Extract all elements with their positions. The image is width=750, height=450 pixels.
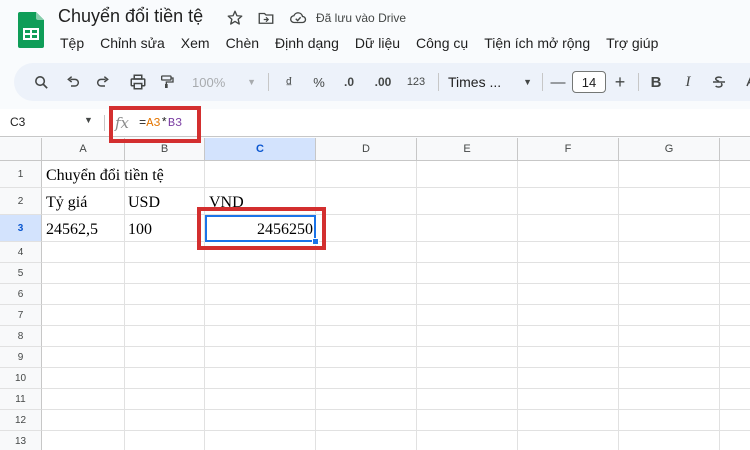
grid-line: [124, 161, 125, 450]
column-header-c[interactable]: C: [205, 138, 316, 161]
sheets-window: Chuyển đổi tiền tệ Đã lưu vào Drive Tệp …: [0, 0, 750, 450]
row-header-7[interactable]: 7: [0, 305, 42, 326]
name-box[interactable]: C3: [10, 115, 25, 129]
grid-line: [42, 367, 750, 368]
menu-insert[interactable]: Chèn: [218, 34, 267, 52]
row-header-2[interactable]: 2: [0, 188, 42, 215]
grid-line: [618, 161, 619, 450]
zoom-value: 100%: [192, 74, 226, 90]
row-header-3[interactable]: 3: [0, 215, 42, 242]
cell-a3[interactable]: 24562,5: [46, 220, 98, 240]
grid-line: [42, 409, 750, 410]
number-format-button[interactable]: 123: [402, 70, 430, 94]
grid-line: [42, 430, 750, 431]
toolbar-divider: [438, 73, 439, 91]
toolbar-divider: [542, 73, 543, 91]
grid-line: [42, 241, 750, 242]
grid-line: [42, 325, 750, 326]
column-header-d[interactable]: D: [316, 138, 417, 161]
menu-data[interactable]: Dữ liệu: [347, 34, 408, 52]
select-all-corner[interactable]: [0, 138, 42, 161]
spreadsheet-grid: A B C D E F G 1 2 3 4 5 6 7 8 9 10 11 12…: [0, 138, 750, 450]
row-header-13[interactable]: 13: [0, 431, 42, 450]
toolbar-divider: [268, 73, 269, 91]
column-header-e[interactable]: E: [417, 138, 518, 161]
menu-format[interactable]: Định dạng: [267, 34, 347, 52]
menu-help[interactable]: Trợ giúp: [598, 34, 666, 52]
menu-view[interactable]: Xem: [173, 34, 218, 52]
grid-line: [204, 161, 205, 450]
grid-line: [42, 262, 750, 263]
currency-format-button[interactable]: ₫: [278, 70, 300, 94]
grid-line: [42, 214, 750, 215]
font-size-value: 14: [572, 71, 606, 93]
google-sheets-logo[interactable]: [18, 12, 44, 48]
paint-format-icon[interactable]: [156, 70, 178, 94]
row-header-1[interactable]: 1: [0, 161, 42, 188]
menu-extensions[interactable]: Tiện ích mở rộng: [476, 34, 598, 52]
font-family-value: Times ...: [448, 74, 502, 90]
grid-line: [517, 161, 518, 450]
row-header-6[interactable]: 6: [0, 284, 42, 305]
star-icon[interactable]: [225, 8, 245, 28]
undo-icon[interactable]: [62, 70, 84, 94]
search-icon[interactable]: [30, 70, 52, 94]
bold-button[interactable]: B: [646, 70, 666, 94]
move-to-folder-icon[interactable]: [256, 8, 276, 28]
zoom-select[interactable]: 100% ▼: [192, 70, 256, 94]
increase-decimal-button[interactable]: .00: [368, 70, 398, 94]
row-header-10[interactable]: 10: [0, 368, 42, 389]
font-family-select[interactable]: Times ... ▼: [448, 70, 532, 94]
grid-line: [42, 388, 750, 389]
chevron-down-icon[interactable]: ▼: [84, 115, 93, 125]
grid-line: [719, 161, 720, 450]
redo-icon[interactable]: [92, 70, 114, 94]
toolbar-divider: [638, 73, 639, 91]
print-icon[interactable]: [126, 70, 150, 94]
highlight-box-cell: [197, 207, 326, 250]
decrease-decimal-button[interactable]: .0: [336, 70, 362, 94]
grid-line: [315, 161, 316, 450]
column-header-h[interactable]: [720, 138, 750, 161]
title-bar: Chuyển đổi tiền tệ Đã lưu vào Drive Tệp …: [0, 0, 750, 62]
row-header-8[interactable]: 8: [0, 326, 42, 347]
chevron-down-icon: ▼: [523, 77, 532, 87]
column-header-g[interactable]: G: [619, 138, 720, 161]
cell-b3[interactable]: 100: [128, 220, 152, 240]
grid-line: [42, 283, 750, 284]
toolbar: 100% ▼ ₫ % .0 .00 123 Times ... ▼ — 14 +…: [14, 63, 750, 101]
menu-edit[interactable]: Chỉnh sửa: [92, 34, 173, 52]
increase-font-size-button[interactable]: +: [612, 70, 628, 94]
column-header-f[interactable]: F: [518, 138, 619, 161]
document-title[interactable]: Chuyển đổi tiền tệ: [58, 6, 203, 27]
decrease-font-size-button[interactable]: —: [550, 70, 566, 94]
grid-line: [416, 161, 417, 450]
cloud-saved-icon[interactable]: [288, 8, 308, 28]
grid-line: [42, 346, 750, 347]
italic-button[interactable]: I: [678, 70, 698, 94]
font-size-field[interactable]: 14: [572, 70, 606, 94]
strikethrough-icon[interactable]: [708, 70, 730, 94]
row-header-4[interactable]: 4: [0, 242, 42, 263]
cell-a2[interactable]: Tỷ giá: [46, 193, 87, 213]
menu-bar: Tệp Chỉnh sửa Xem Chèn Định dạng Dữ liệu…: [52, 34, 666, 52]
row-header-12[interactable]: 12: [0, 410, 42, 431]
formula-bar-divider: [104, 115, 105, 131]
saved-status: Đã lưu vào Drive: [316, 11, 407, 25]
percent-format-button[interactable]: %: [308, 70, 330, 94]
text-color-icon[interactable]: [740, 70, 750, 94]
row-header-11[interactable]: 11: [0, 389, 42, 410]
menu-tools[interactable]: Công cụ: [408, 34, 476, 52]
row-header-9[interactable]: 9: [0, 347, 42, 368]
grid-line: [42, 304, 750, 305]
cell-b2[interactable]: USD: [128, 193, 160, 213]
grid-line: [42, 187, 750, 188]
cell-a1[interactable]: Chuyển đổi tiền tệ: [46, 166, 164, 186]
highlight-box-formula: [109, 106, 201, 143]
row-header-5[interactable]: 5: [0, 263, 42, 284]
menu-file[interactable]: Tệp: [52, 34, 92, 52]
chevron-down-icon: ▼: [247, 77, 256, 87]
